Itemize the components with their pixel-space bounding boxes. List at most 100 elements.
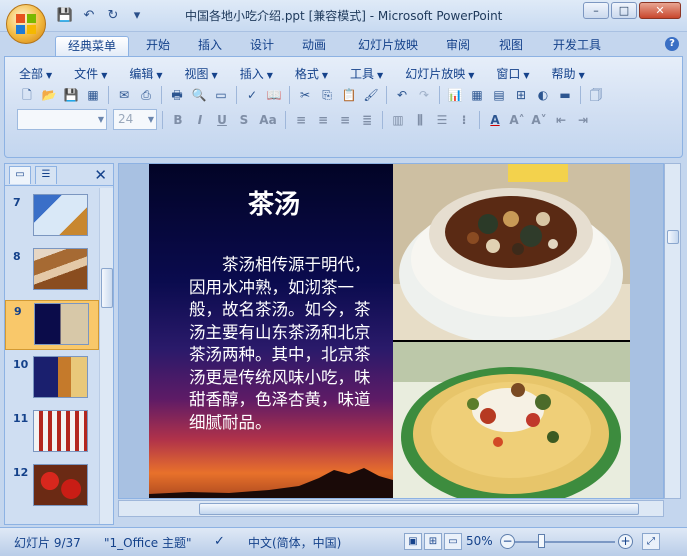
vertical-scrollbar[interactable] [664,163,681,499]
save-icon[interactable]: 💾 [56,7,74,24]
undo-icon[interactable]: ↶ [392,85,412,105]
spellcheck-icon[interactable]: ✓ [214,534,225,549]
slide-thumbnail-10[interactable]: 10 [5,354,99,404]
bold-icon[interactable]: B [168,110,188,130]
slide-thumbnail-8[interactable]: 8 [5,246,99,296]
close-panel-icon[interactable]: ✕ [94,166,107,184]
language-status[interactable]: 中文(简体，中国) [248,534,341,551]
columns-icon[interactable]: ▥ [388,110,408,130]
text-direction-icon[interactable]: ⫼ [410,110,430,130]
slides-tab[interactable]: ▭ [9,166,31,184]
italic-icon[interactable]: I [190,110,210,130]
print-icon[interactable]: 🖶 [167,85,187,105]
tab-animation[interactable]: 动画 [292,36,336,56]
change-case-icon[interactable]: Aa [256,110,280,130]
grid-icon[interactable]: ⊞ [511,85,531,105]
slide-body-text[interactable]: 茶汤相传源于明代，因用水冲熟，如沏茶一般，故名茶汤。如今，茶汤主要有山东茶汤和北… [189,254,379,434]
underline-icon[interactable]: U [212,110,232,130]
zoom-in-button[interactable]: + [618,534,633,549]
help-icon[interactable]: ? [665,37,679,51]
justify-icon[interactable]: ≣ [357,110,377,130]
publish-icon[interactable]: ⎙ [136,85,156,105]
slide-sorter-button[interactable]: ⊞ [424,533,442,550]
tab-review[interactable]: 审阅 [436,36,480,56]
tab-classic-menu[interactable]: 经典菜单 [55,36,129,56]
maximize-button[interactable]: □ [611,2,637,19]
undo-icon[interactable]: ↶ [80,7,98,24]
save-icon[interactable]: 💾 [61,85,81,105]
fit-to-window-button[interactable]: ⤢ [642,533,660,550]
chart-icon[interactable]: 📊 [445,85,465,105]
menu-slideshow[interactable]: 幻灯片放映 ▼ [405,65,474,82]
close-button[interactable]: ✕ [639,2,681,19]
slideshow-view-button[interactable]: ▭ [444,533,462,550]
font-color-icon[interactable]: A [485,110,505,130]
tab-insert[interactable]: 插入 [188,36,232,56]
print-preview-icon[interactable]: 🔍 [189,85,209,105]
current-slide[interactable]: 茶汤 茶汤相传源于明代，因用水冲熟，如沏茶一般，故名茶汤。如今，茶汤主要有山东茶… [149,164,630,498]
font-size-combo[interactable]: 24 ▼ [113,109,157,130]
slide-title[interactable]: 茶汤 [169,184,379,221]
slide-editor[interactable]: 茶汤 茶汤相传源于明代，因用水冲熟，如沏茶一般，故名茶汤。如今，茶汤主要有山东茶… [118,163,664,499]
bullets-icon[interactable]: ⁝ [454,110,474,130]
theme-name[interactable]: "1_Office 主题" [104,534,192,551]
menu-view[interactable]: 视图 ▼ [185,65,218,82]
cut-icon[interactable]: ✂ [295,85,315,105]
tab-design[interactable]: 设计 [240,36,284,56]
line-spacing-icon[interactable]: ☰ [432,110,452,130]
fill-color-icon[interactable]: ▬ [555,85,575,105]
menu-tools[interactable]: 工具 ▼ [350,65,383,82]
new-slide-icon[interactable]: 🗍 [586,85,606,105]
menu-format[interactable]: 格式 ▼ [295,65,328,82]
table-icon[interactable]: ▦ [467,85,487,105]
customize-icon[interactable]: ▾ [128,7,146,24]
office-button[interactable] [6,4,46,44]
zoom-level[interactable]: 50% [466,534,493,548]
menu-window[interactable]: 窗口 ▼ [496,65,529,82]
email-icon[interactable]: ✉ [114,85,134,105]
grow-font-icon[interactable]: A˄ [507,110,527,130]
menu-insert[interactable]: 插入 ▼ [240,65,273,82]
tab-view[interactable]: 视图 [489,36,533,56]
slide-thumbnail-12[interactable]: 12 [5,462,99,512]
slide-thumbnail-9[interactable]: 9 [5,300,99,350]
zoom-out-button[interactable]: − [500,534,515,549]
paste-icon[interactable]: 📋 [339,85,359,105]
permission-icon[interactable]: ▦ [83,85,103,105]
decrease-indent-icon[interactable]: ⇤ [551,110,571,130]
menu-all[interactable]: 全部 ▼ [19,65,52,82]
horizontal-scrollbar[interactable] [118,500,664,517]
zoom-slider-track[interactable] [515,541,615,543]
view-icon[interactable]: ▭ [211,85,231,105]
open-icon[interactable]: 📂 [39,85,59,105]
tab-slideshow[interactable]: 幻灯片放映 [348,36,428,56]
outline-tab[interactable]: ☰ [35,166,57,184]
minimize-button[interactable]: – [583,2,609,19]
shrink-font-icon[interactable]: A˅ [529,110,549,130]
tables-borders-icon[interactable]: ▤ [489,85,509,105]
tab-home[interactable]: 开始 [136,36,180,56]
spelling-icon[interactable]: ✓ [242,85,262,105]
slide-thumbnail-7[interactable]: 7 [5,192,99,242]
normal-view-button[interactable]: ▣ [404,533,422,550]
increase-indent-icon[interactable]: ⇥ [573,110,593,130]
new-icon[interactable]: 🗋 [17,85,37,105]
format-painter-icon[interactable]: 🖌 [361,85,381,105]
align-right-icon[interactable]: ≡ [335,110,355,130]
menu-help[interactable]: 帮助 ▼ [552,65,585,82]
research-icon[interactable]: 📖 [264,85,284,105]
align-left-icon[interactable]: ≡ [291,110,311,130]
slide-thumbnail-11[interactable]: 11 [5,408,99,458]
shadow-icon[interactable]: S [234,110,254,130]
align-center-icon[interactable]: ≡ [313,110,333,130]
menu-edit[interactable]: 编辑 ▼ [129,65,162,82]
zoom-slider-knob[interactable] [538,534,545,548]
color-icon[interactable]: ◐ [533,85,553,105]
copy-icon[interactable]: ⎘ [317,85,337,105]
font-name-combo[interactable]: ▼ [17,109,107,130]
panel-scrollbar[interactable] [99,188,113,524]
tab-developer[interactable]: 开发工具 [542,36,612,56]
redo-icon[interactable]: ↷ [414,85,434,105]
menu-file[interactable]: 文件 ▼ [74,65,107,82]
redo-icon[interactable]: ↻ [104,7,122,24]
